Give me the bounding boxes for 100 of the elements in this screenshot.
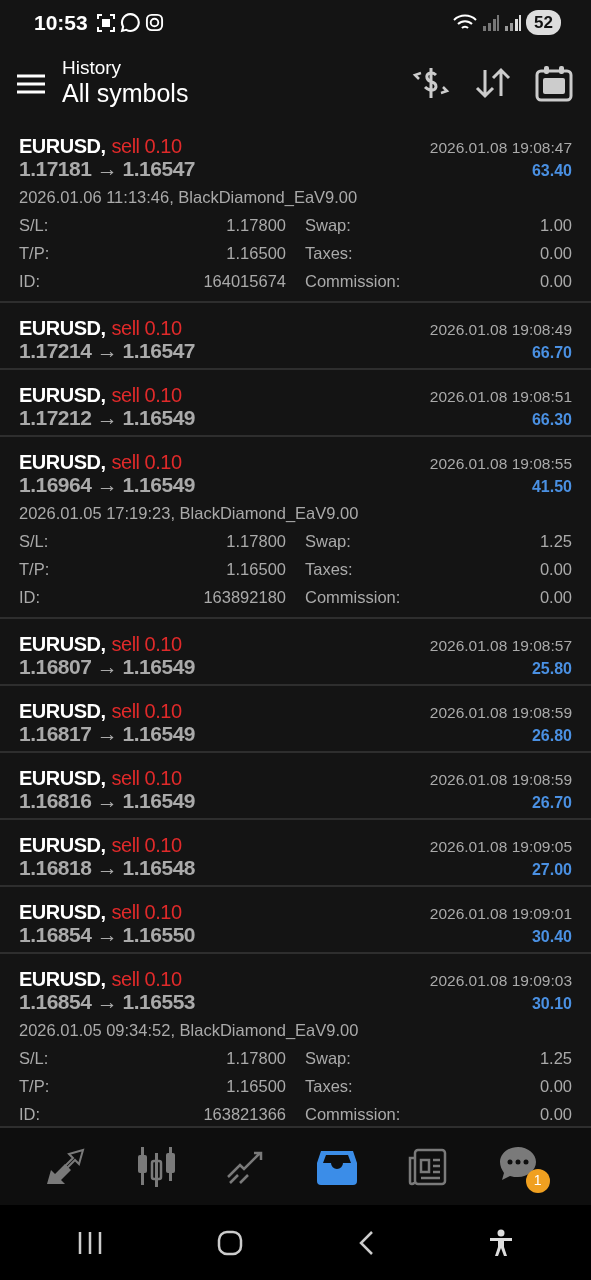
- deal-comment: 2026.01.06 11:13:46, BlackDiamond_EaV9.00: [19, 187, 359, 208]
- price-range: 1.16964 → 1.16549: [19, 472, 195, 498]
- field-label: Commission:: [305, 271, 401, 291]
- symbol-label: EURUSD,: [19, 767, 106, 789]
- symbol-label: EURUSD,: [19, 317, 106, 339]
- field-value: 1.16500: [226, 1076, 286, 1096]
- field-value: 1.16500: [226, 559, 286, 579]
- field-label: ID:: [19, 271, 41, 291]
- symbol-filter[interactable]: All symbols: [62, 78, 411, 109]
- deal-row[interactable]: EURUSD, sell 0.10 2026.01.08 19:09:05 1.16818 → 1.16548 27.00: [0, 820, 591, 887]
- close-time: 2026.01.08 19:08:55: [429, 454, 572, 474]
- price-range: 1.17212 → 1.16549: [19, 405, 195, 431]
- deal-row[interactable]: EURUSD, sell 0.10 2026.01.08 19:08:59 1.16816 → 1.16549 26.70: [0, 753, 591, 820]
- trade-type: sell 0.10: [111, 700, 182, 722]
- price-range: 1.16854 → 1.16553: [19, 989, 195, 1015]
- field-label: S/L:: [19, 531, 49, 551]
- signal-icon: [482, 13, 501, 32]
- trade-type: sell 0.10: [111, 633, 182, 655]
- field-label: Swap:: [305, 531, 351, 551]
- profit-value: 63.40: [531, 161, 572, 181]
- profit-value: 30.10: [531, 994, 572, 1014]
- symbol-label: EURUSD,: [19, 834, 106, 856]
- deal-row[interactable]: EURUSD, sell 0.10 2026.01.08 19:08:55 1.16964 → 1.16549 41.50 2026.01.05 17:19:23, BlackDiamond_EaV9.00 S/L: 1.17800 Swap: 1.25 T/P: 1.16500 Taxes: 0.00 ID: 163892180 Commission: 0.00: [0, 437, 591, 619]
- trade-type: sell 0.10: [111, 834, 182, 856]
- close-time: 2026.01.08 19:08:51: [429, 387, 572, 407]
- field-label: Swap:: [305, 1048, 351, 1068]
- field-value: 163892180: [203, 587, 286, 607]
- currency-exchange-button[interactable]: [411, 65, 451, 101]
- screen-title: History: [62, 57, 123, 79]
- profit-value: 66.30: [531, 410, 572, 430]
- field-label: ID:: [19, 1104, 41, 1124]
- deal-row[interactable]: EURUSD, sell 0.10 2026.01.08 19:08:59 1.16817 → 1.16549 26.80: [0, 686, 591, 753]
- field-value: 1.17800: [226, 531, 286, 551]
- field-value: 0.00: [539, 1076, 572, 1096]
- profit-value: 30.40: [531, 927, 572, 947]
- symbol-label: EURUSD,: [19, 135, 106, 157]
- profit-value: 27.00: [531, 860, 572, 880]
- trade-type: sell 0.10: [111, 317, 182, 339]
- field-label: S/L:: [19, 215, 49, 235]
- field-value: 163821366: [203, 1104, 286, 1124]
- price-range: 1.16854 → 1.16550: [19, 922, 195, 948]
- close-time: 2026.01.08 19:08:57: [429, 636, 572, 656]
- sort-button[interactable]: [475, 66, 511, 100]
- close-time: 2026.01.08 19:09:03: [429, 971, 572, 991]
- deal-row[interactable]: EURUSD, sell 0.10 2026.01.08 19:08:57 1.16807 → 1.16549 25.80: [0, 619, 591, 686]
- field-label: Swap:: [305, 215, 351, 235]
- close-time: 2026.01.08 19:08:59: [429, 770, 572, 790]
- field-value: 0.00: [539, 559, 572, 579]
- field-value: 1.17800: [226, 215, 286, 235]
- field-label: T/P:: [19, 559, 50, 579]
- trade-type: sell 0.10: [111, 767, 182, 789]
- deal-row[interactable]: EURUSD, sell 0.10 2026.01.08 19:08:49 1.17214 → 1.16547 66.70: [0, 303, 591, 370]
- field-label: Taxes:: [305, 243, 353, 263]
- deal-comment: 2026.01.05 17:19:23, BlackDiamond_EaV9.00: [19, 503, 360, 524]
- field-value: 0.00: [539, 271, 572, 291]
- price-range: 1.16807 → 1.16549: [19, 654, 195, 680]
- notification-badge: 1: [525, 1168, 550, 1193]
- signal-icon: [504, 13, 523, 32]
- trade-type: sell 0.10: [111, 135, 182, 157]
- symbol-label: EURUSD,: [19, 451, 106, 473]
- field-label: T/P:: [19, 1076, 50, 1096]
- price-range: 1.16816 → 1.16549: [19, 788, 195, 814]
- deal-row[interactable]: EURUSD, sell 0.10 2026.01.08 19:08:47 1.17181 → 1.16547 63.40 2026.01.06 11:13:46, BlackDiamond_EaV9.00 S/L: 1.17800 Swap: 1.00 T/P: 1.16500 Taxes: 0.00 ID: 164015674 Commission: 0.00: [0, 121, 591, 303]
- close-time: 2026.01.08 19:09:01: [429, 904, 572, 924]
- camera-icon: [144, 13, 164, 32]
- field-value: 1.00: [539, 215, 572, 235]
- field-value: 1.17800: [226, 1048, 286, 1068]
- field-value: 1.25: [539, 1048, 572, 1068]
- field-label: Taxes:: [305, 1076, 353, 1096]
- deal-row[interactable]: EURUSD, sell 0.10 2026.01.08 19:08:51 1.17212 → 1.16549 66.30: [0, 370, 591, 437]
- close-time: 2026.01.08 19:08:47: [429, 138, 572, 158]
- field-value: 0.00: [539, 243, 572, 263]
- field-value: 0.00: [539, 1104, 572, 1124]
- profit-value: 66.70: [531, 343, 572, 363]
- calendar-button[interactable]: [535, 64, 573, 102]
- profit-value: 41.50: [531, 477, 572, 497]
- price-range: 1.17214 → 1.16547: [19, 338, 195, 364]
- price-range: 1.16817 → 1.16549: [19, 721, 195, 747]
- profit-value: 26.70: [531, 793, 572, 813]
- price-range: 1.17181 → 1.16547: [19, 156, 195, 182]
- profit-value: 26.80: [531, 726, 572, 746]
- field-label: ID:: [19, 587, 41, 607]
- profit-value: 25.80: [531, 659, 572, 679]
- deal-row[interactable]: EURUSD, sell 0.10 2026.01.08 19:09:01 1.16854 → 1.16550 30.40: [0, 887, 591, 954]
- close-time: 2026.01.08 19:08:59: [429, 703, 572, 723]
- chat-bubble-icon: [119, 12, 141, 33]
- field-value: 1.25: [539, 531, 572, 551]
- field-label: Commission:: [305, 1104, 401, 1124]
- close-time: 2026.01.08 19:09:05: [429, 837, 572, 857]
- symbol-label: EURUSD,: [19, 633, 106, 655]
- battery-level: 52: [526, 9, 561, 36]
- field-value: 164015674: [203, 271, 286, 291]
- deal-comment: 2026.01.05 09:34:52, BlackDiamond_EaV9.00: [19, 1020, 360, 1041]
- symbol-label: EURUSD,: [19, 700, 106, 722]
- symbol-label: EURUSD,: [19, 901, 106, 923]
- field-label: Commission:: [305, 587, 401, 607]
- field-value: 0.00: [539, 587, 572, 607]
- price-range: 1.16818 → 1.16548: [19, 855, 195, 881]
- close-time: 2026.01.08 19:08:49: [429, 320, 572, 340]
- field-value: 1.16500: [226, 243, 286, 263]
